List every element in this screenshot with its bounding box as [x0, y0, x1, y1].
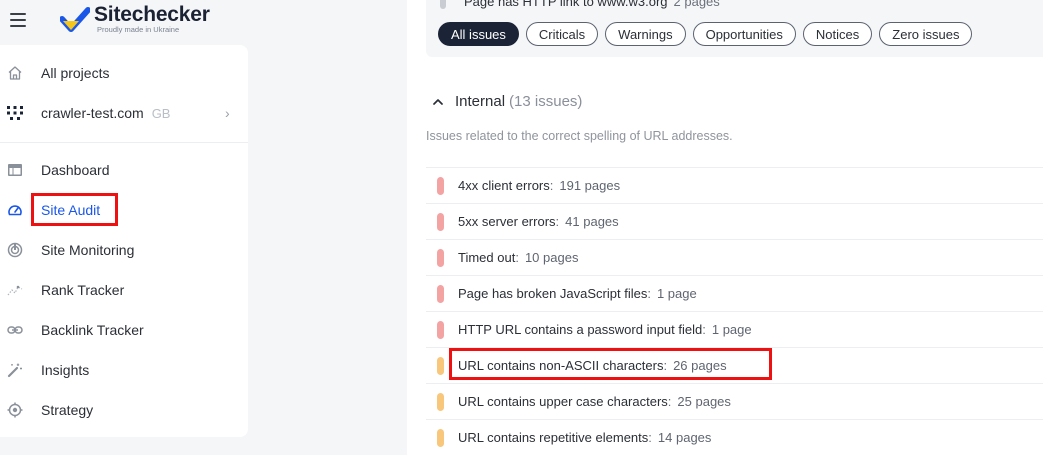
issue-count: 14 pages [657, 430, 712, 445]
filter-opportunities[interactable]: Opportunities [692, 22, 796, 46]
link-icon [6, 321, 24, 339]
issue-row[interactable]: URL contains repetitive elements: 14 page… [426, 419, 1043, 455]
issue-row[interactable]: URL contains upper case characters: 25 pa… [426, 383, 1043, 419]
issue-row-partial[interactable]: Page has HTTP link to www.w3.org 2 pages [440, 0, 720, 9]
issue-count: 10 pages [524, 250, 579, 265]
issue-title: Timed out [458, 250, 516, 265]
logo-tagline: Proudly made in Ukraine [97, 25, 180, 34]
issue-title: URL contains upper case characters [458, 394, 668, 409]
chevron-right-icon: › [225, 105, 230, 121]
issue-count: 191 pages [559, 178, 621, 193]
logo-check-icon [60, 7, 90, 32]
project-region: GB [151, 106, 171, 121]
layout-gap [257, 0, 407, 455]
project-favicon-icon [6, 104, 24, 122]
severity-bar [437, 393, 444, 411]
divider [0, 142, 248, 143]
sidebar-item-label: Strategy [41, 402, 94, 418]
issue-separator: : [647, 286, 651, 301]
sidebar-item-rank-tracker[interactable]: Rank Tracker [0, 272, 248, 308]
issue-row[interactable]: HTTP URL contains a password input field… [426, 311, 1043, 347]
filter-bar: Page has HTTP link to www.w3.org 2 pages… [426, 0, 1043, 57]
dashboard-icon [6, 161, 24, 179]
home-icon [6, 64, 24, 82]
severity-bar [437, 357, 444, 375]
issue-title: 4xx client errors [458, 178, 550, 193]
sidebar-item-label: Site Monitoring [41, 242, 135, 258]
rank-tracker-icon [6, 281, 24, 299]
sidebar-item-label: Insights [41, 362, 90, 378]
project-name: crawler-test.com [41, 105, 144, 121]
issue-separator: : [555, 214, 560, 229]
target-icon [6, 401, 24, 419]
filter-warnings[interactable]: Warnings [605, 22, 686, 46]
issue-separator: : [702, 322, 706, 337]
sidebar-item-label: Dashboard [41, 162, 110, 178]
hamburger-menu-icon[interactable] [10, 13, 26, 27]
issue-title: HTTP URL contains a password input field [458, 322, 703, 337]
issue-separator: : [549, 178, 554, 193]
main-content: Page has HTTP link to www.w3.org 2 pages… [407, 0, 1043, 455]
sidebar-item-site-monitoring[interactable]: Site Monitoring [0, 232, 248, 268]
filter-notices[interactable]: Notices [802, 22, 873, 46]
issue-count: 25 pages [677, 394, 731, 409]
severity-bar [437, 321, 444, 339]
filter-zero-issues[interactable]: Zero issues [879, 22, 973, 46]
highlight-box-non-ascii [449, 348, 772, 380]
issue-title: Page has broken JavaScript files [458, 286, 648, 301]
filter-all-issues[interactable]: All issues [438, 22, 519, 46]
sidebar-item-label: All projects [41, 65, 110, 81]
issue-count: 41 pages [565, 214, 619, 229]
chevron-up-icon [433, 98, 443, 105]
issue-separator: : [648, 430, 652, 445]
issue-row[interactable]: 4xx client errors: 191 pages [426, 167, 1043, 203]
issue-list: 4xx client errors: 191 pages 5xx server e… [426, 167, 1043, 455]
top-bar: Sitechecker Proudly made in Ukraine [0, 0, 257, 44]
section-title: Internal [455, 93, 506, 110]
severity-bar [440, 0, 446, 9]
section-issue-count: (13 issues) [509, 93, 583, 110]
issue-title: URL contains repetitive elements [458, 430, 649, 445]
project-selector[interactable]: crawler-test.com GB › [0, 95, 248, 131]
issue-separator: : [667, 394, 672, 409]
magic-wand-icon [6, 361, 24, 379]
issue-title: 5xx server errors [458, 214, 556, 229]
severity-bar [437, 249, 444, 267]
severity-bar [437, 177, 444, 195]
issue-count: 1 page [711, 322, 752, 337]
issue-row[interactable]: 5xx server errors: 41 pages [426, 203, 1043, 239]
filter-criticals[interactable]: Criticals [525, 22, 599, 46]
sidebar-item-label: Rank Tracker [41, 282, 125, 298]
severity-bar [437, 285, 444, 303]
issue-title: Page has HTTP link to www.w3.org [464, 0, 668, 9]
filter-pills: All issues Criticals Warnings Opportunit… [438, 22, 979, 46]
logo-title: Sitechecker [94, 3, 210, 26]
logo[interactable]: Sitechecker Proudly made in Ukraine [60, 4, 210, 34]
section-description: Issues related to the correct spelling o… [426, 129, 733, 143]
sidebar-item-insights[interactable]: Insights [0, 352, 248, 388]
severity-bar [437, 429, 444, 447]
issue-row[interactable]: Timed out: 10 pages [426, 239, 1043, 275]
sidebar-item-all-projects[interactable]: All projects [0, 55, 248, 91]
sidebar-menu: All projects crawler-test.com GB › Dashbo… [0, 45, 248, 437]
sidebar-item-backlink-tracker[interactable]: Backlink Tracker [0, 312, 248, 348]
issue-row[interactable]: Page has broken JavaScript files: 1 page [426, 275, 1043, 311]
monitoring-icon [6, 241, 24, 259]
sidebar-item-dashboard[interactable]: Dashboard [0, 152, 248, 188]
severity-bar [437, 213, 444, 231]
sidebar-item-strategy[interactable]: Strategy [0, 392, 248, 428]
issue-count: 1 page [656, 286, 697, 301]
sidebar-item-label: Backlink Tracker [41, 322, 144, 338]
gauge-icon [6, 201, 24, 219]
highlight-box-site-audit [31, 193, 118, 226]
issue-separator: : [515, 250, 519, 265]
issue-count: 2 pages [673, 0, 720, 9]
sidebar: Sitechecker Proudly made in Ukraine All … [0, 0, 257, 455]
section-header-internal[interactable]: Internal (13 issues) [433, 93, 582, 110]
